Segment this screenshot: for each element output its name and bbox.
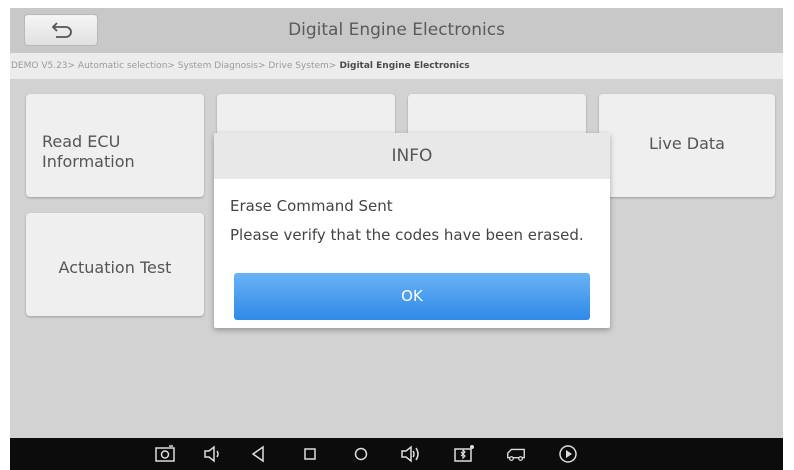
read-ecu-tile[interactable]: Read ECU Information [26,94,204,197]
ok-button[interactable]: OK [234,273,590,320]
back-icon[interactable] [248,444,270,464]
info-dialog: INFO Erase Command Sent Please verify th… [214,133,610,328]
volume-up-icon[interactable] [399,444,421,464]
page-title: Digital Engine Electronics [288,20,505,40]
dialog-message-line1: Erase Command Sent [230,197,393,215]
volume-down-icon[interactable] [201,444,223,464]
dialog-title: INFO [214,133,610,179]
dialog-message-line2: Please verify that the codes have been e… [230,226,584,244]
header-bar: Digital Engine Electronics [10,8,783,53]
vehicle-icon[interactable] [505,444,527,464]
read-ecu-label: Read ECU Information [42,132,135,171]
recent-apps-icon[interactable] [299,444,321,464]
play-icon[interactable] [557,444,579,464]
system-nav-bar [10,438,783,470]
actuation-test-tile[interactable]: Actuation Test [26,213,204,316]
vci-bluetooth-icon[interactable] [453,444,475,464]
screenshot-icon[interactable] [154,444,176,464]
home-icon[interactable] [350,444,372,464]
actuation-test-label: Actuation Test [58,258,172,277]
app-screen: Digital Engine Electronics DEMO V5.23> A… [10,8,783,438]
live-data-tile[interactable]: Live Data [599,94,775,197]
breadcrumb-current: Digital Engine Electronics [336,61,470,71]
live-data-label: Live Data [649,134,725,153]
breadcrumb-path: DEMO V5.23> Automatic selection> System … [11,61,337,71]
breadcrumb: DEMO V5.23> Automatic selection> System … [10,53,783,79]
